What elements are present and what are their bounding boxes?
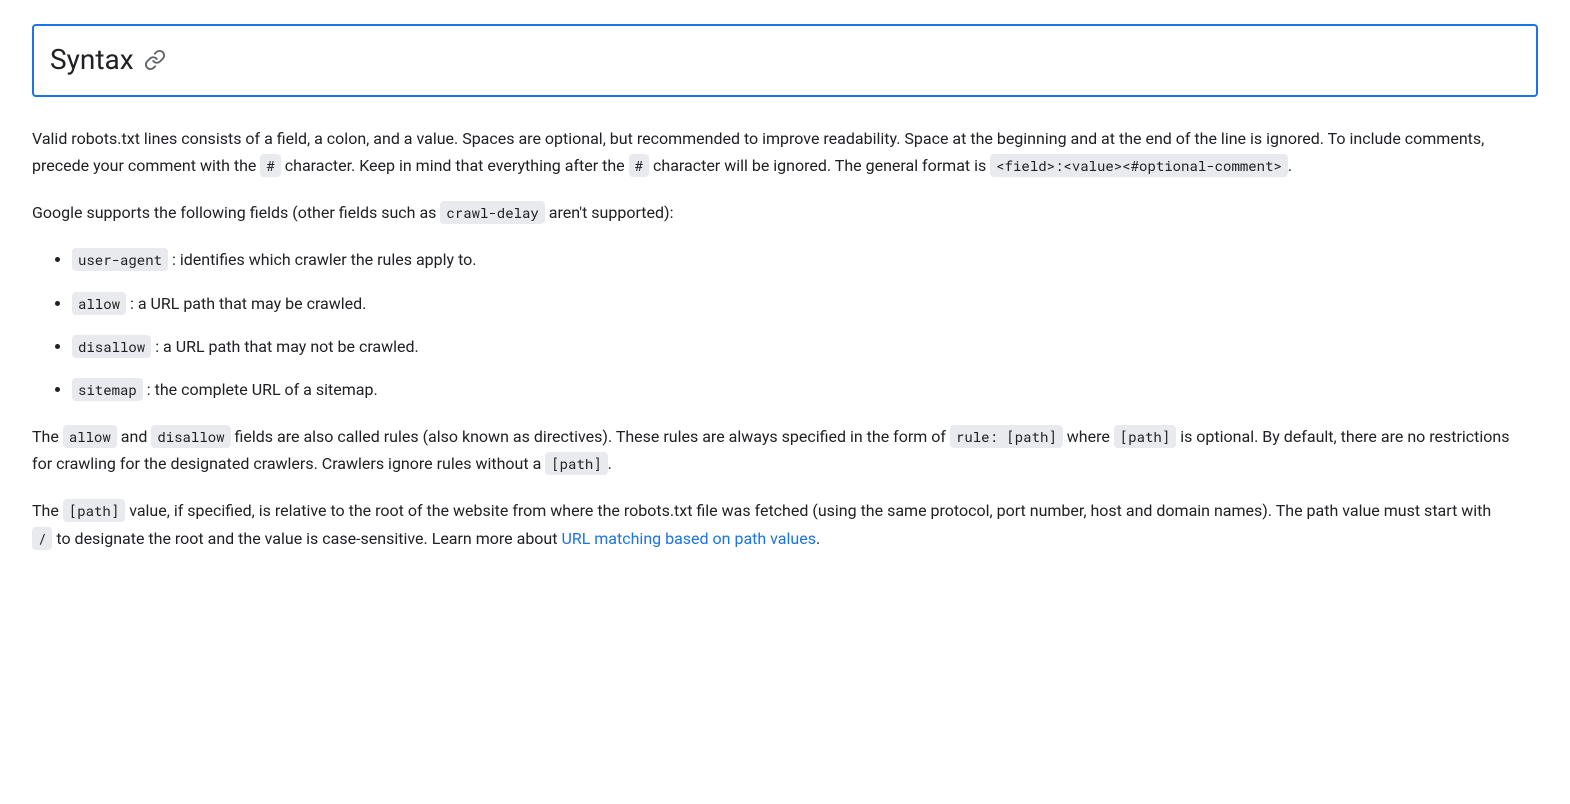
title-text: Syntax bbox=[50, 38, 134, 83]
p2-end-text: aren't supported): bbox=[545, 203, 674, 222]
disallow-code: disallow bbox=[72, 335, 151, 358]
list-item-disallow: disallow : a URL path that may not be cr… bbox=[72, 333, 1512, 360]
p4-path-code: [path] bbox=[63, 499, 125, 522]
url-matching-link[interactable]: URL matching based on path values bbox=[561, 529, 816, 548]
fields-list: user-agent : identifies which crawler th… bbox=[32, 246, 1512, 403]
p3-path-code2: [path] bbox=[545, 452, 607, 475]
sitemap-code: sitemap bbox=[72, 378, 143, 401]
p3-where: where bbox=[1063, 427, 1114, 446]
disallow-desc: : a URL path that may not be crawled. bbox=[151, 337, 419, 356]
p3-period: . bbox=[608, 454, 612, 473]
p4-mid: value, if specified, is relative to the … bbox=[125, 501, 1491, 520]
p1-format-code: <field>:<value><#optional-comment> bbox=[990, 154, 1288, 177]
paragraph-2: Google supports the following fields (ot… bbox=[32, 199, 1512, 226]
p2-start-text: Google supports the following fields (ot… bbox=[32, 203, 440, 222]
allow-code: allow bbox=[72, 292, 126, 315]
page-title: Syntax bbox=[50, 38, 1520, 83]
p1-period: . bbox=[1288, 156, 1292, 175]
list-item-user-agent: user-agent : identifies which crawler th… bbox=[72, 246, 1512, 273]
allow-desc: : a URL path that may be crawled. bbox=[126, 294, 366, 313]
paragraph-1: Valid robots.txt lines consists of a fie… bbox=[32, 125, 1512, 179]
p3-rule-path-code: rule: [path] bbox=[950, 425, 1063, 448]
p3-mid: fields are also called rules (also known… bbox=[231, 427, 950, 446]
p1-hash-code: # bbox=[260, 154, 280, 177]
p2-crawl-delay-code: crawl-delay bbox=[440, 201, 544, 224]
p1-end-text: character will be ignored. The general f… bbox=[649, 156, 990, 175]
content-body: Valid robots.txt lines consists of a fie… bbox=[32, 125, 1512, 552]
p3-path-code: [path] bbox=[1114, 425, 1176, 448]
p3-disallow-code: disallow bbox=[151, 425, 230, 448]
user-agent-code: user-agent bbox=[72, 248, 168, 271]
p4-end: to designate the root and the value is c… bbox=[52, 529, 561, 548]
p4-period: . bbox=[816, 529, 820, 548]
list-item-sitemap: sitemap : the complete URL of a sitemap. bbox=[72, 376, 1512, 403]
p3-start: The bbox=[32, 427, 63, 446]
p3-allow-code: allow bbox=[63, 425, 117, 448]
list-item-allow: allow : a URL path that may be crawled. bbox=[72, 290, 1512, 317]
p1-hash2-code: # bbox=[629, 154, 649, 177]
user-agent-desc: : identifies which crawler the rules app… bbox=[168, 250, 476, 269]
paragraph-4: The [path] value, if specified, is relat… bbox=[32, 497, 1512, 551]
link-icon[interactable] bbox=[144, 49, 166, 71]
p4-start: The bbox=[32, 501, 63, 520]
paragraph-3: The allow and disallow fields are also c… bbox=[32, 423, 1512, 477]
p3-and: and bbox=[117, 427, 152, 446]
p1-mid-text: character. Keep in mind that everything … bbox=[281, 156, 629, 175]
heading-section: Syntax bbox=[32, 24, 1538, 97]
p4-slash-code: / bbox=[32, 527, 52, 550]
sitemap-desc: : the complete URL of a sitemap. bbox=[143, 380, 378, 399]
